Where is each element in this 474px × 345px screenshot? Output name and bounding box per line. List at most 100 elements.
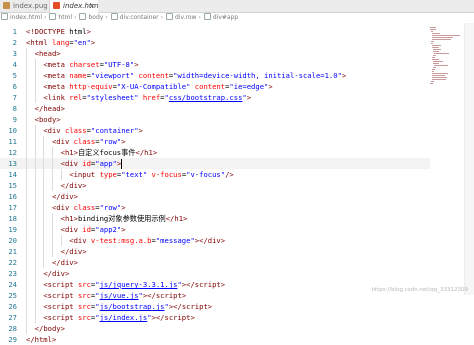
indent-guide [26, 147, 27, 158]
code-token: js/bootstrap.js [99, 302, 165, 311]
text-cursor [121, 158, 123, 169]
element-icon [166, 13, 174, 20]
minimap-line [431, 71, 434, 72]
indent-guide [26, 48, 27, 59]
minimap-line [430, 29, 437, 30]
indent-guide [26, 70, 27, 81]
code-token: src [77, 313, 91, 322]
tab-index-html[interactable]: index.html × [50, 0, 98, 13]
minimap-line [430, 31, 434, 32]
code-token: > [134, 60, 139, 69]
code-line[interactable]: 18 <h1>binding对象参数使用示例</h1> [0, 213, 430, 224]
code-line[interactable]: 9 <body> [0, 114, 430, 125]
element-icon [110, 13, 118, 20]
code-line[interactable]: 11 <div class="row"> [0, 136, 430, 147]
breadcrumb-item[interactable]: › div.container [103, 13, 159, 23]
code-token: div [64, 159, 78, 168]
code-text: <input type="text" v-focus="v-focus"/> [26, 169, 233, 180]
indent-guide [34, 180, 36, 191]
indent-guide [26, 246, 27, 257]
code-line[interactable]: 2 <html lang="en"> [0, 37, 430, 48]
vertical-scrollbar[interactable] [464, 23, 474, 295]
code-token: html [34, 335, 52, 344]
element-icon [49, 13, 57, 20]
code-token: id [82, 159, 91, 168]
code-token: meta [47, 60, 65, 69]
code-line[interactable]: 22 </div> [0, 257, 430, 268]
code-line[interactable]: 28 </body> [0, 323, 430, 334]
code-editor[interactable]: 1 <!DOCTYPE html> 2 <html lang="en"> 3 <head… [0, 23, 474, 344]
indent-guide [34, 246, 36, 257]
code-token: div [69, 247, 83, 256]
chevron-right-icon: › [44, 14, 47, 21]
minimap-line [432, 47, 440, 48]
pug-file-icon [3, 2, 10, 9]
code-line[interactable]: 12 <h1>自定义focus事件</h1> [0, 147, 430, 158]
code-token: </ [26, 335, 35, 344]
minimap[interactable] [430, 23, 464, 295]
indent-guide [52, 246, 54, 257]
code-line[interactable]: 6 <meta http-equiv="X-UA-Compatible" con… [0, 81, 430, 92]
code-token: name [69, 71, 87, 80]
breadcrumb-item[interactable]: › div.row [159, 13, 196, 23]
code-token: script [194, 280, 221, 289]
code-token: body [43, 324, 61, 333]
code-line[interactable]: 25 <script src="js/vue.js"></script> [0, 290, 430, 301]
code-text: <h1>自定义focus事件</h1> [26, 147, 158, 158]
code-line[interactable]: 4 <meta charset="UTF-8"> [0, 59, 430, 70]
indent-guide [26, 103, 27, 114]
close-icon[interactable]: × [89, 0, 95, 12]
code-token: > [86, 27, 91, 36]
breadcrumb-item[interactable]: › html [42, 13, 72, 23]
code-token: "UTF-8" [103, 60, 135, 69]
code-line[interactable]: 5 <meta name="viewport" content="width=d… [0, 70, 430, 81]
code-text: <div class="container"> [26, 125, 143, 136]
minimap-line [434, 65, 449, 66]
indent-guide [26, 301, 27, 312]
code-line[interactable]: 29 </html> [0, 334, 430, 345]
code-token: > [60, 104, 65, 113]
code-text: </html> [26, 334, 56, 345]
indent-guide [26, 279, 27, 290]
indent-guide [26, 235, 27, 246]
code-line[interactable]: 20 <div v-test:msg.a.b="message"></div> [0, 235, 430, 246]
breadcrumb-item[interactable]: › body [72, 13, 103, 23]
code-line[interactable]: 26 <script src="js/bootstrap.js"></scrip… [0, 301, 430, 312]
code-token: v-focus [151, 170, 182, 179]
code-line[interactable]: 24 <script src="js/jquery-3.3.1.js"></sc… [0, 279, 430, 290]
breadcrumb-item[interactable]: index.html [0, 13, 42, 23]
code-line[interactable]: 16 </div> [0, 191, 430, 202]
code-token: "app2" [95, 225, 122, 234]
tab-index-pug[interactable]: index.pug [0, 0, 50, 12]
indent-guide [34, 147, 36, 158]
code-line[interactable]: 15 </div> [0, 180, 430, 191]
code-token: html [64, 27, 87, 36]
breadcrumb-item[interactable]: › div#app [196, 13, 238, 23]
code-token: div [207, 236, 221, 245]
code-token: h1 [174, 214, 184, 223]
code-token: ></ [151, 313, 165, 322]
code-line[interactable]: 21 </div> [0, 246, 430, 257]
code-line[interactable]: 17 <div class="row"> [0, 202, 430, 213]
code-line[interactable]: 7 <link rel="stylesheet" href="css/boots… [0, 92, 430, 103]
indent-guide [34, 81, 36, 92]
code-line[interactable]: 13 <div id="app"> [0, 158, 430, 169]
code-line[interactable]: 27 <script src="js/index.js"></script> [0, 312, 430, 323]
minimap-line [430, 41, 434, 42]
indent-guide [26, 158, 27, 169]
indent-guide [34, 169, 36, 180]
indent-guide [26, 323, 27, 334]
element-icon [203, 13, 211, 20]
code-line[interactable]: 3 <head> [0, 48, 430, 59]
indent-guide [43, 224, 45, 235]
code-line[interactable]: 19 <div id="app2"> [0, 224, 430, 235]
code-line[interactable]: 8 </head> [0, 103, 430, 114]
code-line[interactable]: 10 <div class="container"> [0, 125, 430, 136]
code-line[interactable]: 1 <!DOCTYPE html> [0, 26, 430, 37]
code-line[interactable]: 14 <input type="text" v-focus="v-focus"/… [0, 169, 430, 180]
code-line[interactable]: 23 </div> [0, 268, 430, 279]
